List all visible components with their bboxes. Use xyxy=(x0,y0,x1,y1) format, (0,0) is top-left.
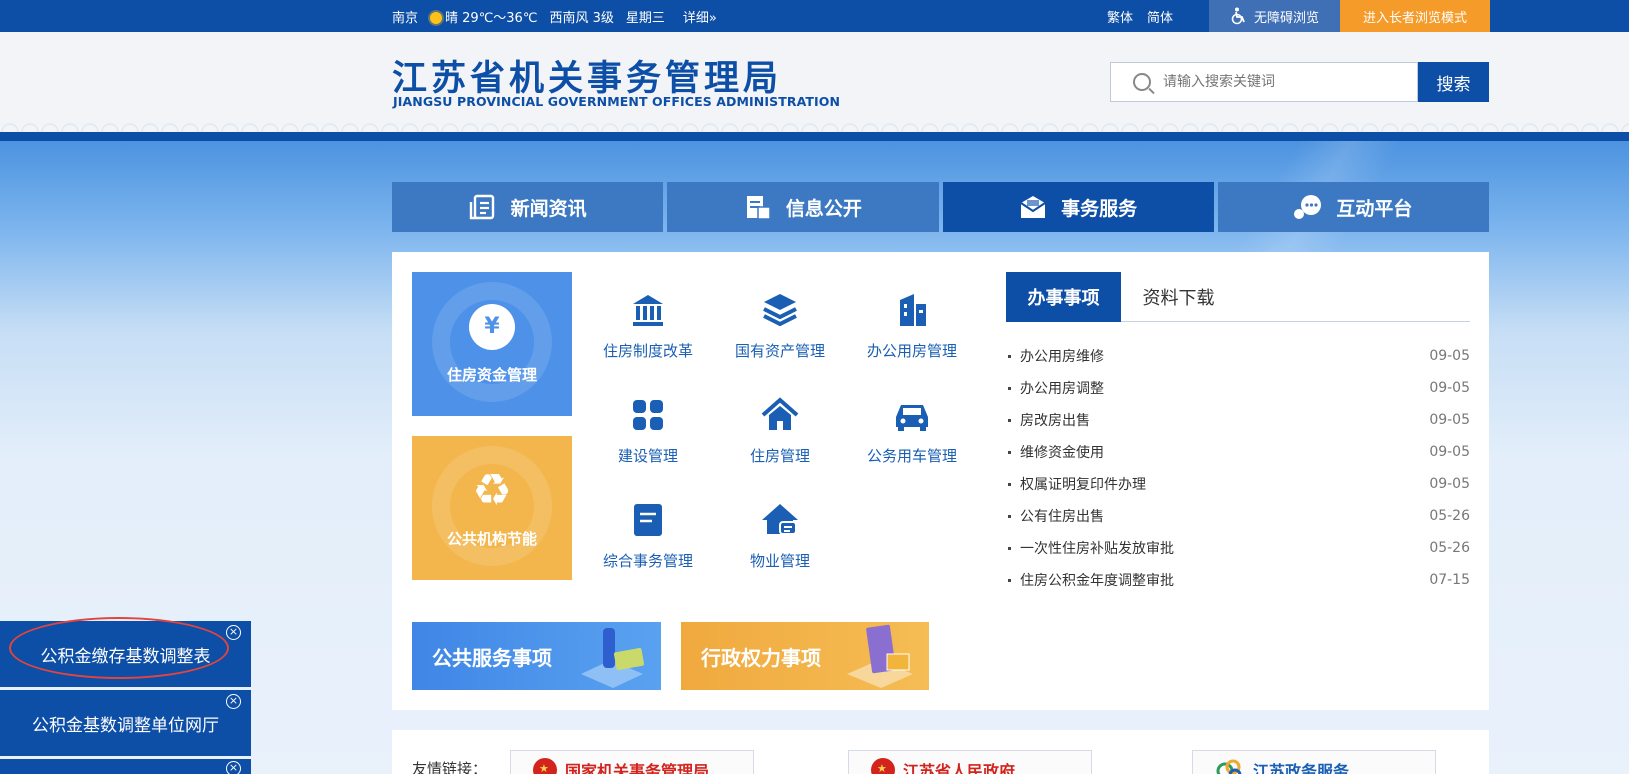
list-item[interactable]: 一次性住房补贴发放审批 05-26 xyxy=(1006,532,1470,564)
close-icon[interactable]: × xyxy=(226,694,241,709)
sun-icon xyxy=(430,12,443,24)
list-item[interactable]: 办公用房维修 09-05 xyxy=(1006,340,1470,372)
layers-icon xyxy=(763,294,797,327)
news-icon xyxy=(469,194,494,220)
matters-tabs: 办事事项 资料下载 xyxy=(1006,272,1470,322)
city-label: 南京 xyxy=(392,10,419,26)
card-hand-icon xyxy=(581,628,645,688)
service-housing-reform[interactable]: 住房制度改革 xyxy=(583,272,713,372)
top-actions: 繁体 简体 无障碍浏览 进入长者浏览模式 xyxy=(1107,0,1490,32)
close-icon[interactable]: × xyxy=(226,761,241,774)
list-item[interactable]: 住房公积金年度调整审批 07-15 xyxy=(1006,564,1470,596)
main-nav: 新闻资讯 信息公开 事务服务 互动平台 xyxy=(392,182,1489,232)
site-title-en: JIANGSU PROVINCIAL GOVERNMENT OFFICES AD… xyxy=(393,94,841,109)
gov-service-logo-icon xyxy=(1216,759,1242,774)
tab-matters[interactable]: 办事事项 xyxy=(1006,272,1121,322)
elder-mode-button[interactable]: 进入长者浏览模式 xyxy=(1340,0,1490,32)
service-general-affairs[interactable]: 综合事务管理 xyxy=(583,482,713,582)
national-emblem-icon xyxy=(533,758,557,774)
nav-news[interactable]: 新闻资讯 xyxy=(392,182,664,232)
bank-icon xyxy=(633,295,663,326)
service-housing[interactable]: 住房管理 xyxy=(715,377,845,477)
float-link-unit-hall[interactable]: 公积金基数调整单位网厅 × xyxy=(0,690,251,756)
highlight-annotation-ring xyxy=(9,617,229,679)
link-jiangsu-gov-services[interactable]: 江苏政务服务 xyxy=(1192,750,1436,774)
weather-bar: 南京 晴 29℃～36℃ 西南风 3级 星期三 详细» xyxy=(392,0,717,32)
search-button[interactable]: 搜索 xyxy=(1418,62,1489,102)
housing-fund-tile[interactable]: ¥ 住房资金管理 xyxy=(412,272,572,416)
header-divider xyxy=(0,132,1629,141)
link-national-offices-admin[interactable]: 国家机关事务管理局 xyxy=(510,750,754,774)
weekday-label: 星期三 xyxy=(625,10,665,26)
link-jiangsu-government[interactable]: 江苏省人民政府 xyxy=(848,750,1092,774)
list-item[interactable]: 权属证明复印件办理 09-05 xyxy=(1006,468,1470,500)
service-official-cars[interactable]: 公务用车管理 xyxy=(847,377,977,477)
weather-info: 晴 29℃～36℃ xyxy=(430,7,537,26)
chat-icon xyxy=(1294,195,1322,219)
admin-power-button[interactable]: 行政权力事项 xyxy=(681,622,929,690)
site-header: 江苏省机关事务管理局 JIANGSU PROVINCIAL GOVERNMENT… xyxy=(0,32,1629,132)
national-emblem-icon xyxy=(871,758,895,774)
list-item[interactable]: 办公用房调整 09-05 xyxy=(1006,372,1470,404)
close-icon[interactable]: × xyxy=(226,625,241,640)
service-state-assets[interactable]: 国有资产管理 xyxy=(715,272,845,372)
top-bar: 南京 晴 29℃～36℃ 西南风 3级 星期三 详细» 繁体 简体 无障碍浏览 … xyxy=(0,0,1629,32)
wind-info: 西南风 3级 xyxy=(549,10,614,26)
wheelchair-icon xyxy=(1231,7,1245,25)
service-property[interactable]: 物业管理 xyxy=(715,482,845,582)
search-input[interactable] xyxy=(1163,74,1393,90)
info-icon xyxy=(746,196,771,220)
simplified-chinese-link[interactable]: 简体 xyxy=(1147,7,1173,26)
weather-detail-link[interactable]: 详细» xyxy=(683,7,717,26)
list-item[interactable]: 房改房出售 09-05 xyxy=(1006,404,1470,436)
friend-links-title: 友情链接： xyxy=(412,760,488,774)
search-box xyxy=(1110,62,1418,102)
float-panel-next[interactable]: × xyxy=(0,759,251,774)
header-wave-decoration xyxy=(0,118,1629,132)
home-icon xyxy=(761,397,799,430)
traditional-chinese-link[interactable]: 繁体 xyxy=(1107,7,1133,26)
recycle-icon: ♻ xyxy=(472,464,512,516)
tab-downloads[interactable]: 资料下载 xyxy=(1121,272,1236,322)
car-icon xyxy=(896,405,928,431)
matters-list: 办公用房维修 09-05 办公用房调整 09-05 房改房出售 09-05 维修资金使… xyxy=(1006,340,1470,596)
list-item[interactable]: 维修资金使用 09-05 xyxy=(1006,436,1470,468)
service-office-rooms[interactable]: 办公用房管理 xyxy=(847,272,977,372)
friend-links: 友情链接： 国家机关事务管理局 江苏省人民政府 江苏政务服务 xyxy=(392,730,1489,774)
yuan-gear-icon: ¥ xyxy=(469,303,515,350)
public-service-button[interactable]: 公共服务事项 xyxy=(412,622,661,690)
documents-icon xyxy=(847,624,913,688)
service-icon xyxy=(1020,196,1046,218)
service-construction[interactable]: 建设管理 xyxy=(583,377,713,477)
list-item[interactable]: 公有住房出售 05-26 xyxy=(1006,500,1470,532)
accessibility-button[interactable]: 无障碍浏览 xyxy=(1209,0,1340,32)
nav-service[interactable]: 事务服务 xyxy=(942,182,1214,232)
document-icon xyxy=(634,504,662,536)
nav-info[interactable]: 信息公开 xyxy=(667,182,939,232)
energy-saving-tile[interactable]: ♻ 公共机构节能 xyxy=(412,436,572,580)
search-icon xyxy=(1133,73,1151,91)
building-icon xyxy=(900,294,926,326)
property-icon xyxy=(762,504,798,535)
grid-icon xyxy=(633,400,663,430)
nav-interaction[interactable]: 互动平台 xyxy=(1217,182,1489,232)
service-panel: ¥ 住房资金管理 ♻ 公共机构节能 住房制度改革 国有资产管理 办公用房管理 建… xyxy=(392,252,1489,710)
